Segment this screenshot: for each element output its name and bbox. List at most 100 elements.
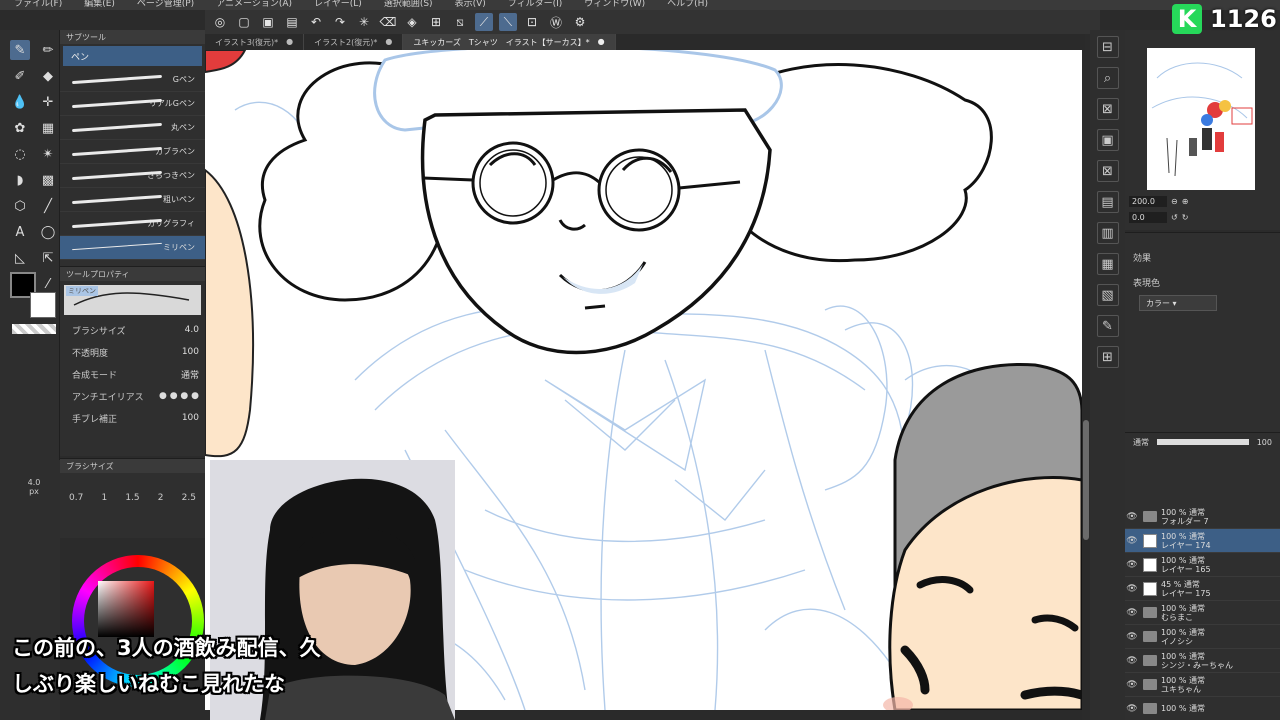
watercolor-tool-icon[interactable]: 💧 — [10, 92, 30, 112]
zoom-in-icon[interactable]: ⊕ — [1182, 197, 1189, 206]
layer-item[interactable]: 👁 100 % 通常 むらまこ — [1125, 601, 1280, 625]
menu-filter[interactable]: フィルター(I) — [508, 0, 563, 10]
subtool-group-pen[interactable]: ペン — [63, 46, 202, 66]
brush-maru-pen[interactable]: 丸ペン — [60, 116, 205, 140]
size-option[interactable]: 1.5 — [125, 493, 139, 503]
text-icon[interactable]: Ⓦ — [547, 13, 565, 31]
layer-item[interactable]: 👁 45 % 通常 レイヤー 175 — [1125, 577, 1280, 601]
layer-item[interactable]: 👁 100 % 通常 イノシシ — [1125, 625, 1280, 649]
brush-real-g-pen[interactable]: リアルGペン — [60, 92, 205, 116]
eye-icon[interactable]: 👁 — [1125, 680, 1139, 690]
color-saturation-square[interactable] — [98, 581, 154, 637]
opacity-slider[interactable] — [1157, 439, 1249, 445]
tab-close-icon[interactable]: ● — [286, 37, 293, 47]
brush-tool-icon[interactable]: ✐ — [10, 66, 30, 86]
menu-page[interactable]: ページ管理(P) — [137, 0, 194, 10]
history-icon[interactable]: ▥ — [1096, 222, 1119, 244]
balloon-tool-icon[interactable]: ◯ — [38, 222, 58, 242]
menu-animation[interactable]: アニメーション(A) — [216, 0, 292, 10]
layer-item[interactable]: 👁 100 % 通常 レイヤー 174 — [1125, 529, 1280, 553]
fill-tool-icon[interactable]: ◗ — [10, 170, 30, 190]
brush-milli-pen[interactable]: ミリペン — [60, 236, 205, 260]
eye-icon[interactable]: 👁 — [1125, 584, 1139, 594]
eye-icon[interactable]: 👁 — [1125, 656, 1139, 666]
menu-help[interactable]: ヘルプ(H) — [667, 0, 708, 10]
size-option[interactable]: 2 — [158, 493, 164, 503]
transparent-color-swatch[interactable] — [12, 324, 56, 334]
operation-tool-icon[interactable]: ▦ — [38, 118, 58, 138]
eye-icon[interactable]: 👁 — [1125, 560, 1139, 570]
redo-icon[interactable]: ↷ — [331, 13, 349, 31]
open-folder-icon[interactable]: ▣ — [259, 13, 277, 31]
auto-action-icon[interactable]: ▦ — [1096, 253, 1119, 275]
rotate-value[interactable]: 0.0 — [1129, 212, 1167, 223]
brush-calligraphy[interactable]: カリグラフィ — [60, 212, 205, 236]
lasso-tool-icon[interactable]: ◌ — [10, 144, 30, 164]
size-option[interactable]: 0.7 — [69, 493, 83, 503]
prop-value[interactable]: 100 — [182, 413, 199, 423]
rotate-left-icon[interactable]: ↺ — [1171, 213, 1178, 222]
prop-opacity[interactable]: 不透明度 100 — [60, 341, 205, 363]
layer-item[interactable]: 👁 100 % 通常 シンジ・みーちゃん — [1125, 649, 1280, 673]
eraser-tool-icon[interactable]: ◆ — [38, 66, 58, 86]
magic-wand-icon[interactable]: ✴ — [38, 144, 58, 164]
rotate-right-icon[interactable]: ↻ — [1182, 213, 1189, 222]
search-icon[interactable]: ⌕ — [1096, 67, 1119, 89]
ruler-tool-icon[interactable]: ◺ — [10, 248, 30, 268]
eyedropper-tool-icon[interactable]: ⁄ — [38, 274, 58, 294]
eye-icon[interactable]: 👁 — [1125, 608, 1139, 618]
layer-item[interactable]: 👁 100 % 通常 レイヤー 165 — [1125, 553, 1280, 577]
prop-value[interactable]: 100 — [182, 347, 199, 357]
loading-icon[interactable]: ✳ — [355, 13, 373, 31]
brush-g-pen[interactable]: Gペン — [60, 68, 205, 92]
tab-circus[interactable]: ユキッカーズ Tシャツ イラスト【サーカス】* ● — [403, 34, 616, 50]
layer-property-icon[interactable]: ⊠ — [1096, 98, 1119, 120]
layer-item[interactable]: 👁 100 % 通常 ユキちゃん — [1125, 673, 1280, 697]
figure-tool-icon[interactable]: ⬡ — [10, 196, 30, 216]
line-tool-icon[interactable]: ╱ — [38, 196, 58, 216]
brush-zaratsuki-pen[interactable]: さらつきペン — [60, 164, 205, 188]
undo-icon[interactable]: ↶ — [307, 13, 325, 31]
prop-brush-size[interactable]: ブラシサイズ 4.0 — [60, 319, 205, 341]
edit-icon[interactable]: ✎ — [1096, 315, 1119, 337]
tab-illust-3[interactable]: イラスト3(復元)* ● — [205, 34, 305, 50]
text-tool-icon[interactable]: A — [10, 222, 30, 242]
menu-window[interactable]: ウィンドウ(W) — [584, 0, 645, 10]
material-icon[interactable]: ▣ — [1096, 129, 1119, 151]
scroll-thumb[interactable] — [1083, 420, 1089, 540]
new-file-icon[interactable]: ▢ — [235, 13, 253, 31]
eye-icon[interactable]: 👁 — [1125, 536, 1139, 546]
timeline-icon[interactable]: ⊞ — [1096, 346, 1119, 368]
menu-file[interactable]: ファイル(F) — [14, 0, 62, 10]
eye-icon[interactable]: 👁 — [1125, 704, 1139, 714]
pencil-tool-icon[interactable]: ✏ — [38, 40, 58, 60]
item-bank-icon[interactable]: ▧ — [1096, 284, 1119, 306]
animation-icon[interactable]: ▤ — [1096, 191, 1119, 213]
tab-close-icon[interactable]: ● — [598, 37, 605, 47]
color-mode-select[interactable]: カラー ▾ — [1139, 295, 1217, 311]
layer-item[interactable]: 👁 100 % 通常 — [1125, 697, 1280, 720]
size-option[interactable]: 2.5 — [182, 493, 196, 503]
clip-studio-icon[interactable]: ◎ — [211, 13, 229, 31]
menu-edit[interactable]: 編集(E) — [84, 0, 115, 10]
settings-icon[interactable]: ⚙ — [571, 13, 589, 31]
eye-icon[interactable]: 👁 — [1125, 512, 1139, 522]
zoom-out-icon[interactable]: ⊖ — [1171, 197, 1178, 206]
prop-blend-mode[interactable]: 合成モード 通常 — [60, 363, 205, 385]
layer-item[interactable]: 👁 100 % 通常 フォルダー 7 — [1125, 505, 1280, 529]
tab-illust-2[interactable]: イラスト2(復元)* ● — [304, 34, 404, 50]
move-layer-icon[interactable]: ✛ — [38, 92, 58, 112]
prop-value[interactable]: 通常 — [181, 368, 199, 381]
zoom-value[interactable]: 200.0 — [1129, 196, 1167, 207]
sub-color-swatch[interactable] — [30, 292, 56, 318]
save-icon[interactable]: ▤ — [283, 13, 301, 31]
canvas-horizontal-scrollbar[interactable] — [455, 710, 1082, 720]
grid-icon[interactable]: ⊡ — [523, 13, 541, 31]
brush-rough-pen[interactable]: 粗いペン — [60, 188, 205, 212]
airbrush-tool-icon[interactable]: ✿ — [10, 118, 30, 138]
delete-icon[interactable]: ⊠ — [1096, 160, 1119, 182]
prop-antialias[interactable]: アンチエイリアス ● ● ● ● — [60, 385, 205, 407]
eye-icon[interactable]: 👁 — [1125, 632, 1139, 642]
menu-select[interactable]: 選択範囲(S) — [384, 0, 433, 10]
gradient-tool-icon[interactable]: ▩ — [38, 170, 58, 190]
